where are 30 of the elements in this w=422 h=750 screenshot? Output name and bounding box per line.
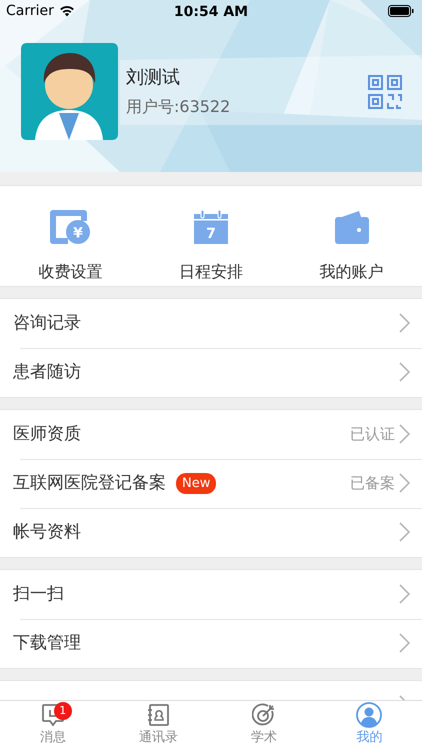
carrier-label: Carrier [6, 2, 54, 20]
user-icon [356, 702, 382, 728]
status-label: 已认证 [350, 424, 395, 446]
menu-row[interactable]: 扫一扫 [0, 570, 422, 619]
wallet-icon [334, 211, 369, 244]
shortcut-button[interactable]: 7 日程安排 [179, 208, 243, 284]
menu-row[interactable]: 互联网医院登记备案 New 已备案 [0, 459, 422, 508]
target-icon [252, 702, 276, 726]
menu-row[interactable]: 帐号资料 [0, 508, 422, 557]
tab-bar-item[interactable]: 学术 [211, 701, 316, 750]
menu-row[interactable]: 患者随访 [0, 348, 422, 397]
new-badge: New [176, 472, 216, 494]
user-name: 刘测试 [126, 66, 181, 90]
battery-icon [388, 5, 414, 17]
qr-code-icon[interactable] [368, 74, 402, 108]
menu-row[interactable]: 医师资质 已认证 [0, 410, 422, 459]
menu-row[interactable]: 下载管理 [0, 619, 422, 668]
wifi-icon [58, 5, 75, 17]
tab-bar-item[interactable]: 消息 1 [0, 701, 106, 750]
clock: 10:54 AM [174, 3, 248, 22]
menu-row[interactable]: 咨询记录 [0, 299, 422, 348]
user-id: 用户号:63522 [126, 96, 230, 118]
notification-badge: 1 [54, 702, 72, 720]
shortcut-button[interactable]: ¥ 收费设置 [38, 208, 102, 284]
money-card-icon: ¥ [50, 210, 90, 244]
address-book-icon [146, 702, 170, 726]
chat-bubble-icon [40, 702, 65, 726]
shortcut-button[interactable]: 我的账户 [320, 208, 384, 284]
status-label: 已备案 [350, 473, 395, 494]
tab-bar-item[interactable]: 通讯录 [106, 701, 211, 750]
